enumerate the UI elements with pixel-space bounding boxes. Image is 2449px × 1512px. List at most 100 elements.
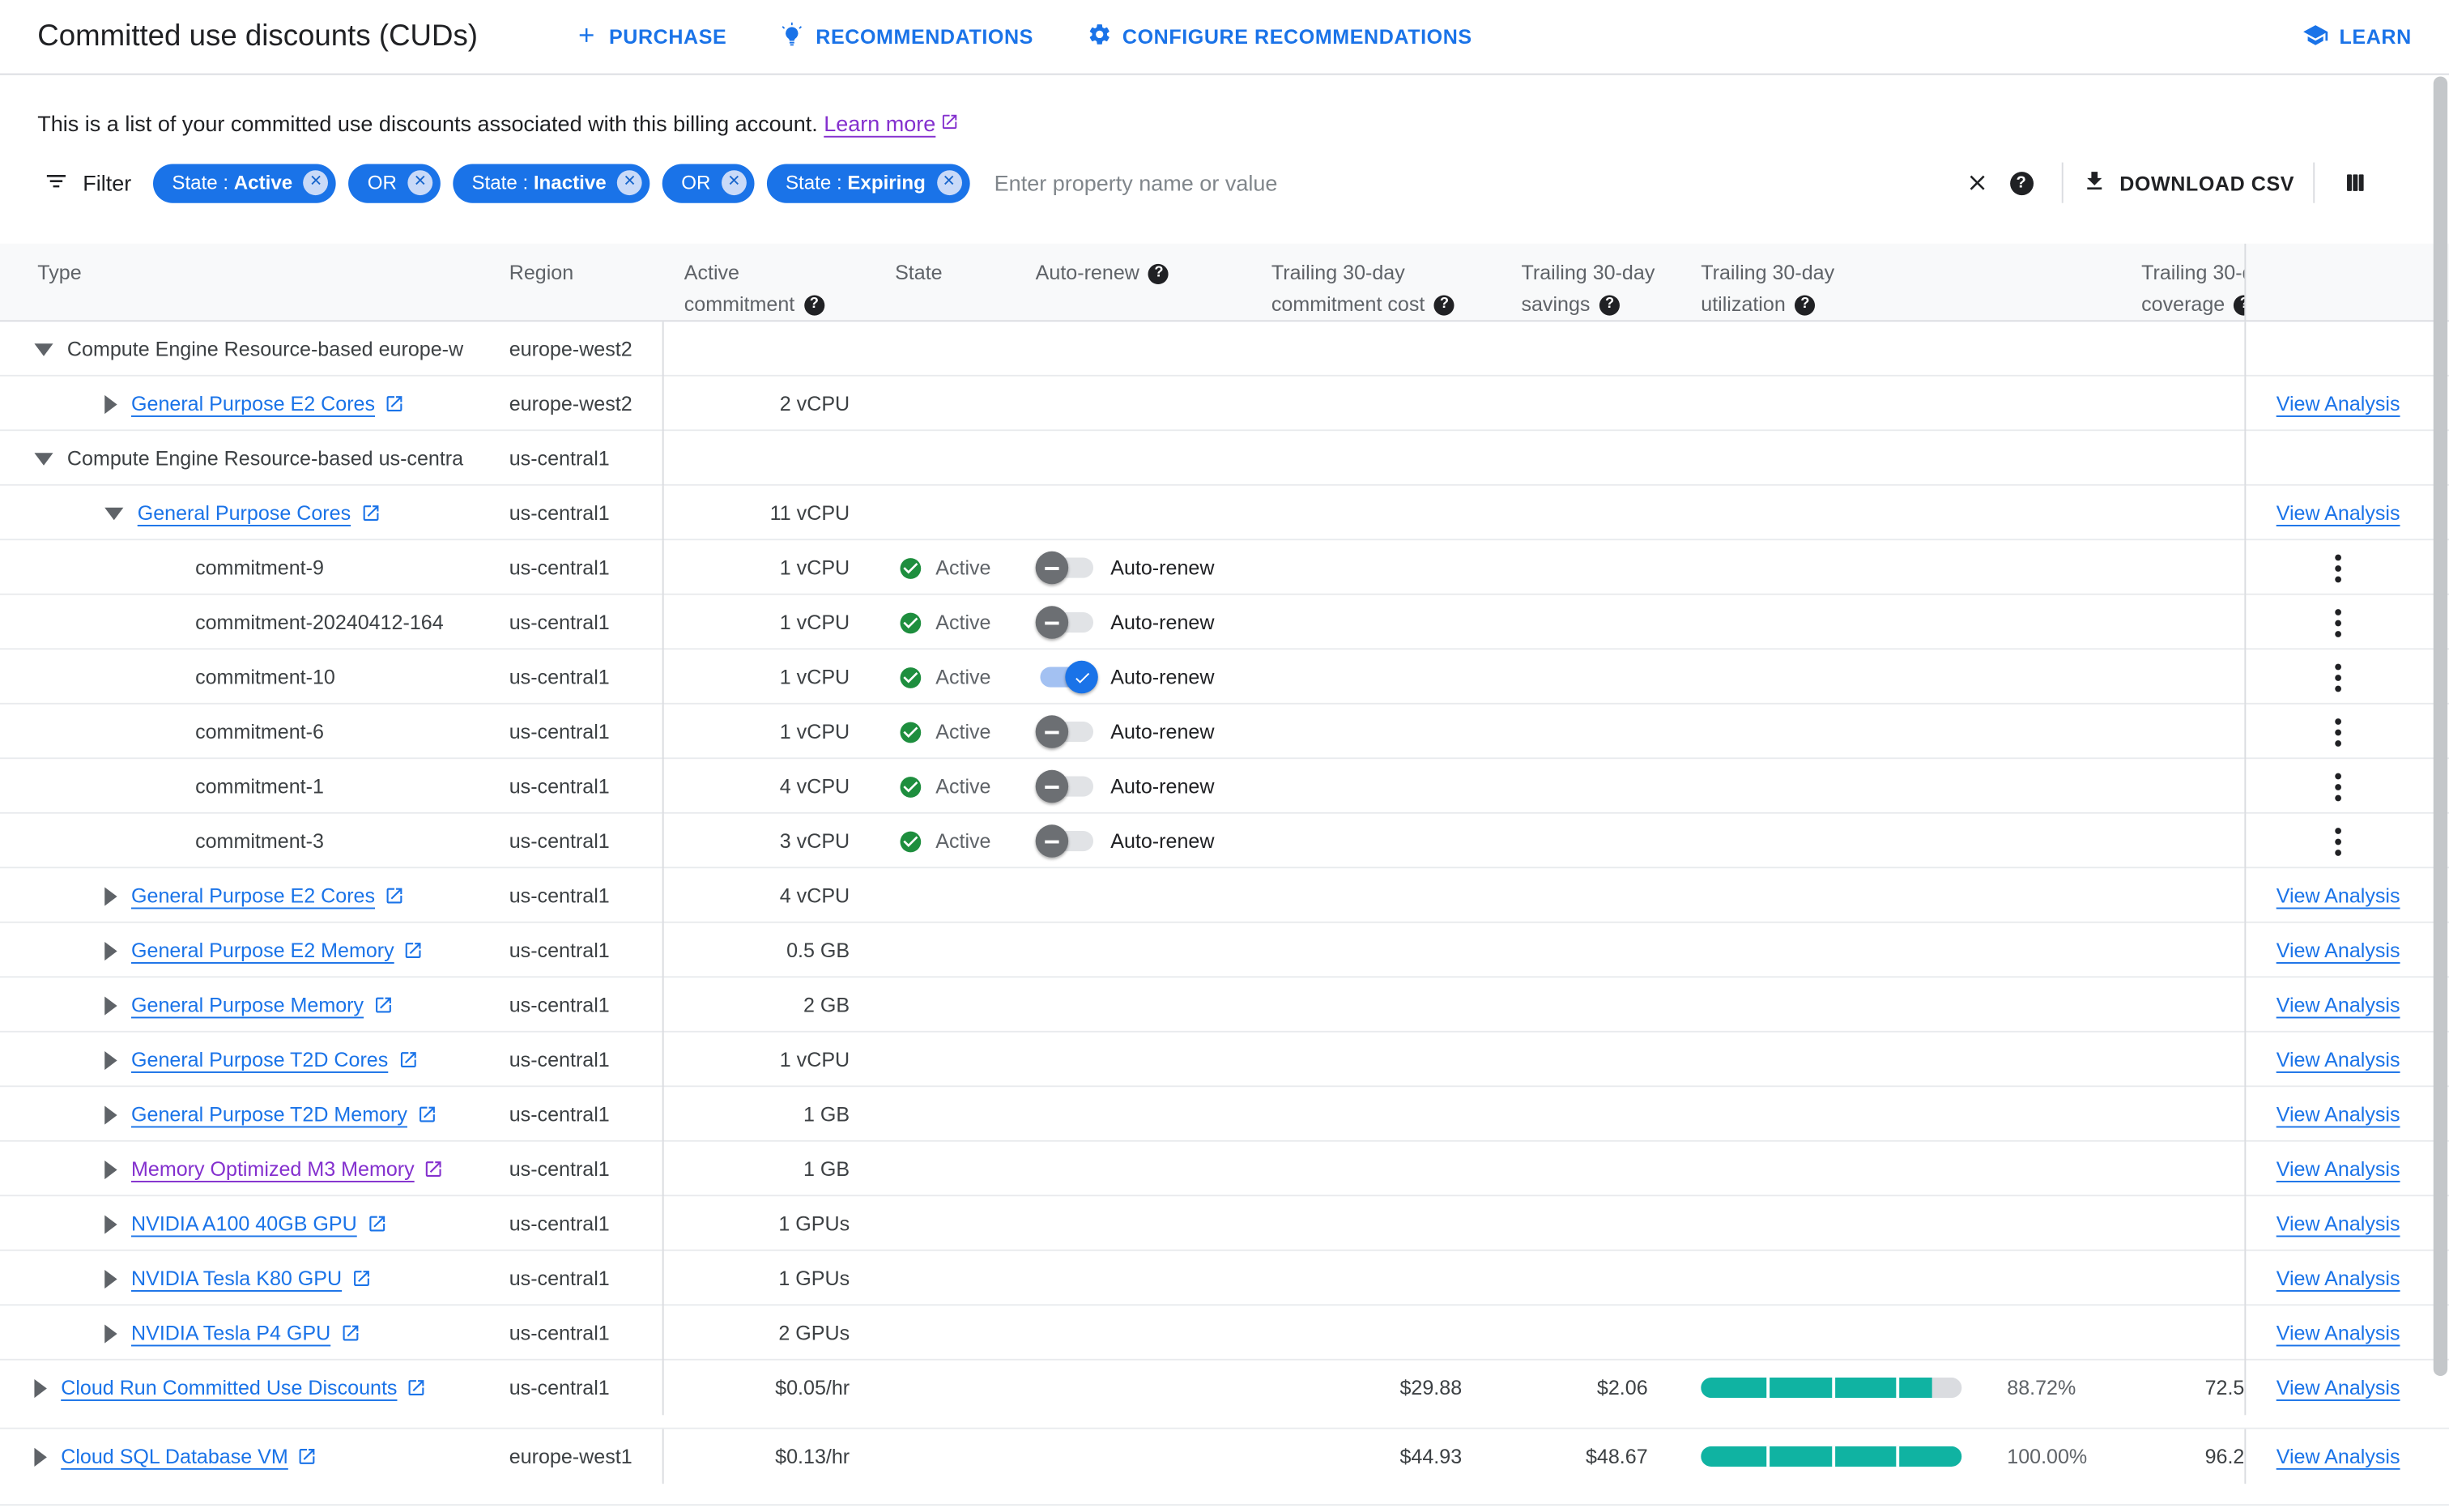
type-link[interactable]: NVIDIA Tesla P4 GPU [131,1322,360,1345]
expand-expander-icon[interactable] [104,886,117,905]
column-header-commitment-cost[interactable]: Trailing 30-day commitment cost? [1234,244,1475,321]
chip-remove-icon[interactable]: ✕ [936,170,962,196]
view-analysis-link[interactable]: View Analysis [2277,884,2400,908]
learn-button[interactable]: LEARN [2302,21,2412,53]
type-link[interactable]: General Purpose E2 Memory [131,939,424,962]
view-analysis-link[interactable]: View Analysis [2277,1103,2400,1127]
purchase-button[interactable]: PURCHASE [575,23,727,51]
view-analysis-link[interactable]: View Analysis [2277,1048,2400,1071]
type-link[interactable]: Cloud Run Committed Use Discounts [61,1376,427,1399]
column-display-options-button[interactable] [2333,161,2377,205]
auto-renew-toggle[interactable] [1035,606,1098,639]
view-analysis-link[interactable]: View Analysis [2277,1376,2400,1399]
utilization-cell [1663,595,2093,650]
view-analysis-link[interactable]: View Analysis [2277,939,2400,962]
expand-expander-icon[interactable] [104,1214,117,1233]
view-analysis-link[interactable]: View Analysis [2277,994,2400,1017]
help-icon[interactable]: ? [1599,294,1621,315]
collapse-expander-icon[interactable] [104,506,124,520]
filter-button[interactable]: Filter [44,168,131,198]
type-link[interactable]: Cloud SQL Database VM [61,1445,317,1468]
column-header-utilization[interactable]: Trailing 30-day utilization? [1663,244,2093,321]
view-analysis-link[interactable]: View Analysis [2277,392,2400,415]
scrollbar-thumb[interactable] [2433,76,2448,1377]
type-link[interactable]: General Purpose E2 Cores [131,392,405,415]
help-icon[interactable]: ? [803,294,824,315]
row-menu-button[interactable] [2329,820,2348,861]
column-header-state[interactable]: State [875,244,1023,321]
filter-input[interactable] [990,168,1956,198]
download-csv-button[interactable]: DOWNLOAD CSV [2082,168,2294,198]
expand-expander-icon[interactable] [104,940,117,960]
view-analysis-link[interactable]: View Analysis [2277,1322,2400,1345]
auto-renew-toggle[interactable] [1035,551,1098,585]
row-menu-button[interactable] [2329,547,2348,588]
expand-expander-icon[interactable] [104,1105,117,1124]
type-link[interactable]: General Purpose T2D Memory [131,1103,437,1127]
recommendations-button[interactable]: RECOMMENDATIONS [780,22,1033,52]
help-icon[interactable]: ? [1148,262,1169,284]
expand-expander-icon[interactable] [104,995,117,1015]
filter-help-icon[interactable]: ? [2000,161,2043,205]
auto-renew-toggle[interactable] [1035,824,1098,858]
chip-remove-icon[interactable]: ✕ [407,170,433,196]
type-link[interactable]: NVIDIA Tesla K80 GPU [131,1267,372,1290]
table-row: General Purpose E2 Cores us-central1 4 vCP… [0,868,2449,923]
collapse-expander-icon[interactable] [34,343,53,356]
chip-remove-icon[interactable]: ✕ [617,170,643,196]
view-analysis-link[interactable]: View Analysis [2277,1157,2400,1181]
type-link[interactable]: General Purpose T2D Cores [131,1048,418,1071]
column-header-coverage[interactable]: Trailing 30-day coverage? [2093,244,2245,321]
active-commitment-cell [664,322,875,377]
filter-chip-state-active[interactable]: State : Active ✕ [153,163,337,202]
filter-chip-state-inactive[interactable]: State : Inactive ✕ [453,163,650,202]
view-analysis-link[interactable]: View Analysis [2277,1267,2400,1290]
learn-more-link[interactable]: Learn more [824,111,959,136]
expand-expander-icon[interactable] [34,1378,47,1398]
view-analysis-link[interactable]: View Analysis [2277,1445,2400,1468]
row-menu-button[interactable] [2329,602,2348,642]
type-link[interactable]: NVIDIA A100 40GB GPU [131,1212,386,1236]
type-link[interactable]: General Purpose Cores [138,501,381,525]
row-menu-button[interactable] [2329,711,2348,752]
help-icon[interactable]: ? [1795,294,1816,315]
view-analysis-link[interactable]: View Analysis [2277,1212,2400,1236]
expand-expander-icon[interactable] [104,1268,117,1288]
row-menu-button[interactable] [2329,657,2348,697]
column-header-savings[interactable]: Trailing 30-day savings? [1475,244,1663,321]
chip-remove-icon[interactable]: ✕ [721,170,747,196]
expand-expander-icon[interactable] [104,394,117,414]
type-link[interactable]: Memory Optimized M3 Memory [131,1157,444,1181]
actions-cell: View Analysis [2244,485,2430,541]
auto-renew-toggle[interactable] [1035,769,1098,803]
expand-expander-icon[interactable] [104,1323,117,1343]
minus-icon [1045,839,1059,843]
commitment-cost-cell [1234,868,1475,923]
column-header-auto-renew[interactable]: Auto-renew? [1023,244,1233,321]
clear-filters-button[interactable] [1956,161,2000,205]
auto-renew-toggle[interactable] [1036,660,1098,694]
filter-chip-state-expiring[interactable]: State : Expiring ✕ [766,163,969,202]
filter-chip-or[interactable]: OR ✕ [662,163,755,202]
auto-renew-toggle[interactable] [1035,715,1098,748]
region-cell: us-central1 [489,594,664,650]
row-menu-button[interactable] [2329,766,2348,807]
chip-remove-icon[interactable]: ✕ [303,170,329,196]
utilization-cell [1663,759,2093,814]
expand-expander-icon[interactable] [104,1050,117,1070]
type-link[interactable]: General Purpose E2 Cores [131,884,405,908]
column-header-region[interactable]: Region [489,244,664,321]
view-analysis-link[interactable]: View Analysis [2277,501,2400,525]
expand-expander-icon[interactable] [104,1159,117,1179]
expand-expander-icon[interactable] [34,1446,47,1466]
column-header-active-commitment[interactable]: Active commitment? [664,244,875,321]
type-link[interactable]: General Purpose Memory [131,994,394,1017]
collapse-expander-icon[interactable] [34,452,53,465]
active-commitment-value: 4 vCPU [779,774,850,799]
help-icon[interactable]: ? [2234,294,2245,315]
help-icon[interactable]: ? [1433,294,1455,315]
configure-recommendations-button[interactable]: CONFIGURE RECOMMENDATIONS [1087,22,1472,52]
filter-chip-or[interactable]: OR ✕ [348,163,441,202]
column-header-type[interactable]: Type [0,244,489,321]
region-cell: us-central1 [489,922,664,978]
